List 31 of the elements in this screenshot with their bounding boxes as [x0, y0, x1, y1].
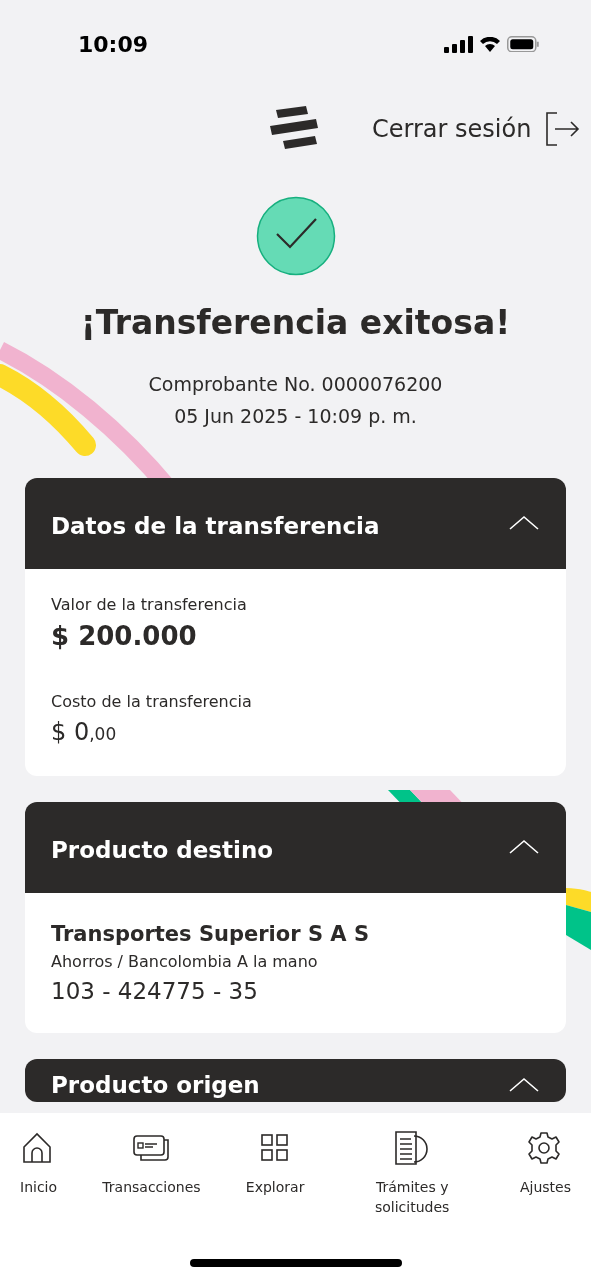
nav-item[interactable]: Ajustes [519, 1131, 571, 1217]
signal-icon [444, 35, 473, 53]
section-header[interactable]: Datos de la transferencia [25, 477, 566, 569]
chevron-icon [508, 1076, 540, 1093]
success-check-icon [255, 196, 336, 276]
logout-icon [543, 110, 582, 148]
nav-item[interactable]: Transacciones [102, 1131, 201, 1217]
chevron-icon [508, 838, 540, 855]
logout-button[interactable]: Cerrar sesión [372, 110, 582, 148]
field-value: Ahorros / Bancolombia A la mano [51, 951, 319, 973]
section-title: Producto destino [51, 835, 274, 865]
section-header[interactable]: Producto origen [25, 1058, 566, 1102]
chevron-icon [508, 514, 540, 531]
field-label: Costo de la transferencia [51, 690, 253, 713]
nav-item[interactable]: Inicio [20, 1131, 58, 1217]
field-value: Transportes Superior S A S [51, 920, 371, 948]
field-value: 103 - 424775 - 35 [51, 977, 259, 1006]
receipt-number: Comprobante No. 0000076200 [148, 371, 443, 397]
section-title: Producto origen [51, 1070, 260, 1099]
field-value: $ 200.000 [51, 619, 198, 653]
success-title: ¡Transferencia exitosa! [80, 302, 511, 344]
section-title: Datos de la transferencia [51, 511, 380, 541]
document-icon [394, 1131, 431, 1167]
receipt-date: 05 Jun 2025 - 10:09 p. m. [174, 404, 417, 429]
battery-icon [507, 36, 539, 52]
field-label: Valor de la transferencia [51, 593, 248, 616]
nav-item[interactable]: Explorar [245, 1131, 305, 1217]
nav-item[interactable]: Trámites y solicitudes [349, 1131, 475, 1217]
section-header[interactable]: Producto destino [25, 801, 566, 893]
status-time: 10:09 [78, 30, 149, 59]
wifi-icon [480, 36, 500, 52]
